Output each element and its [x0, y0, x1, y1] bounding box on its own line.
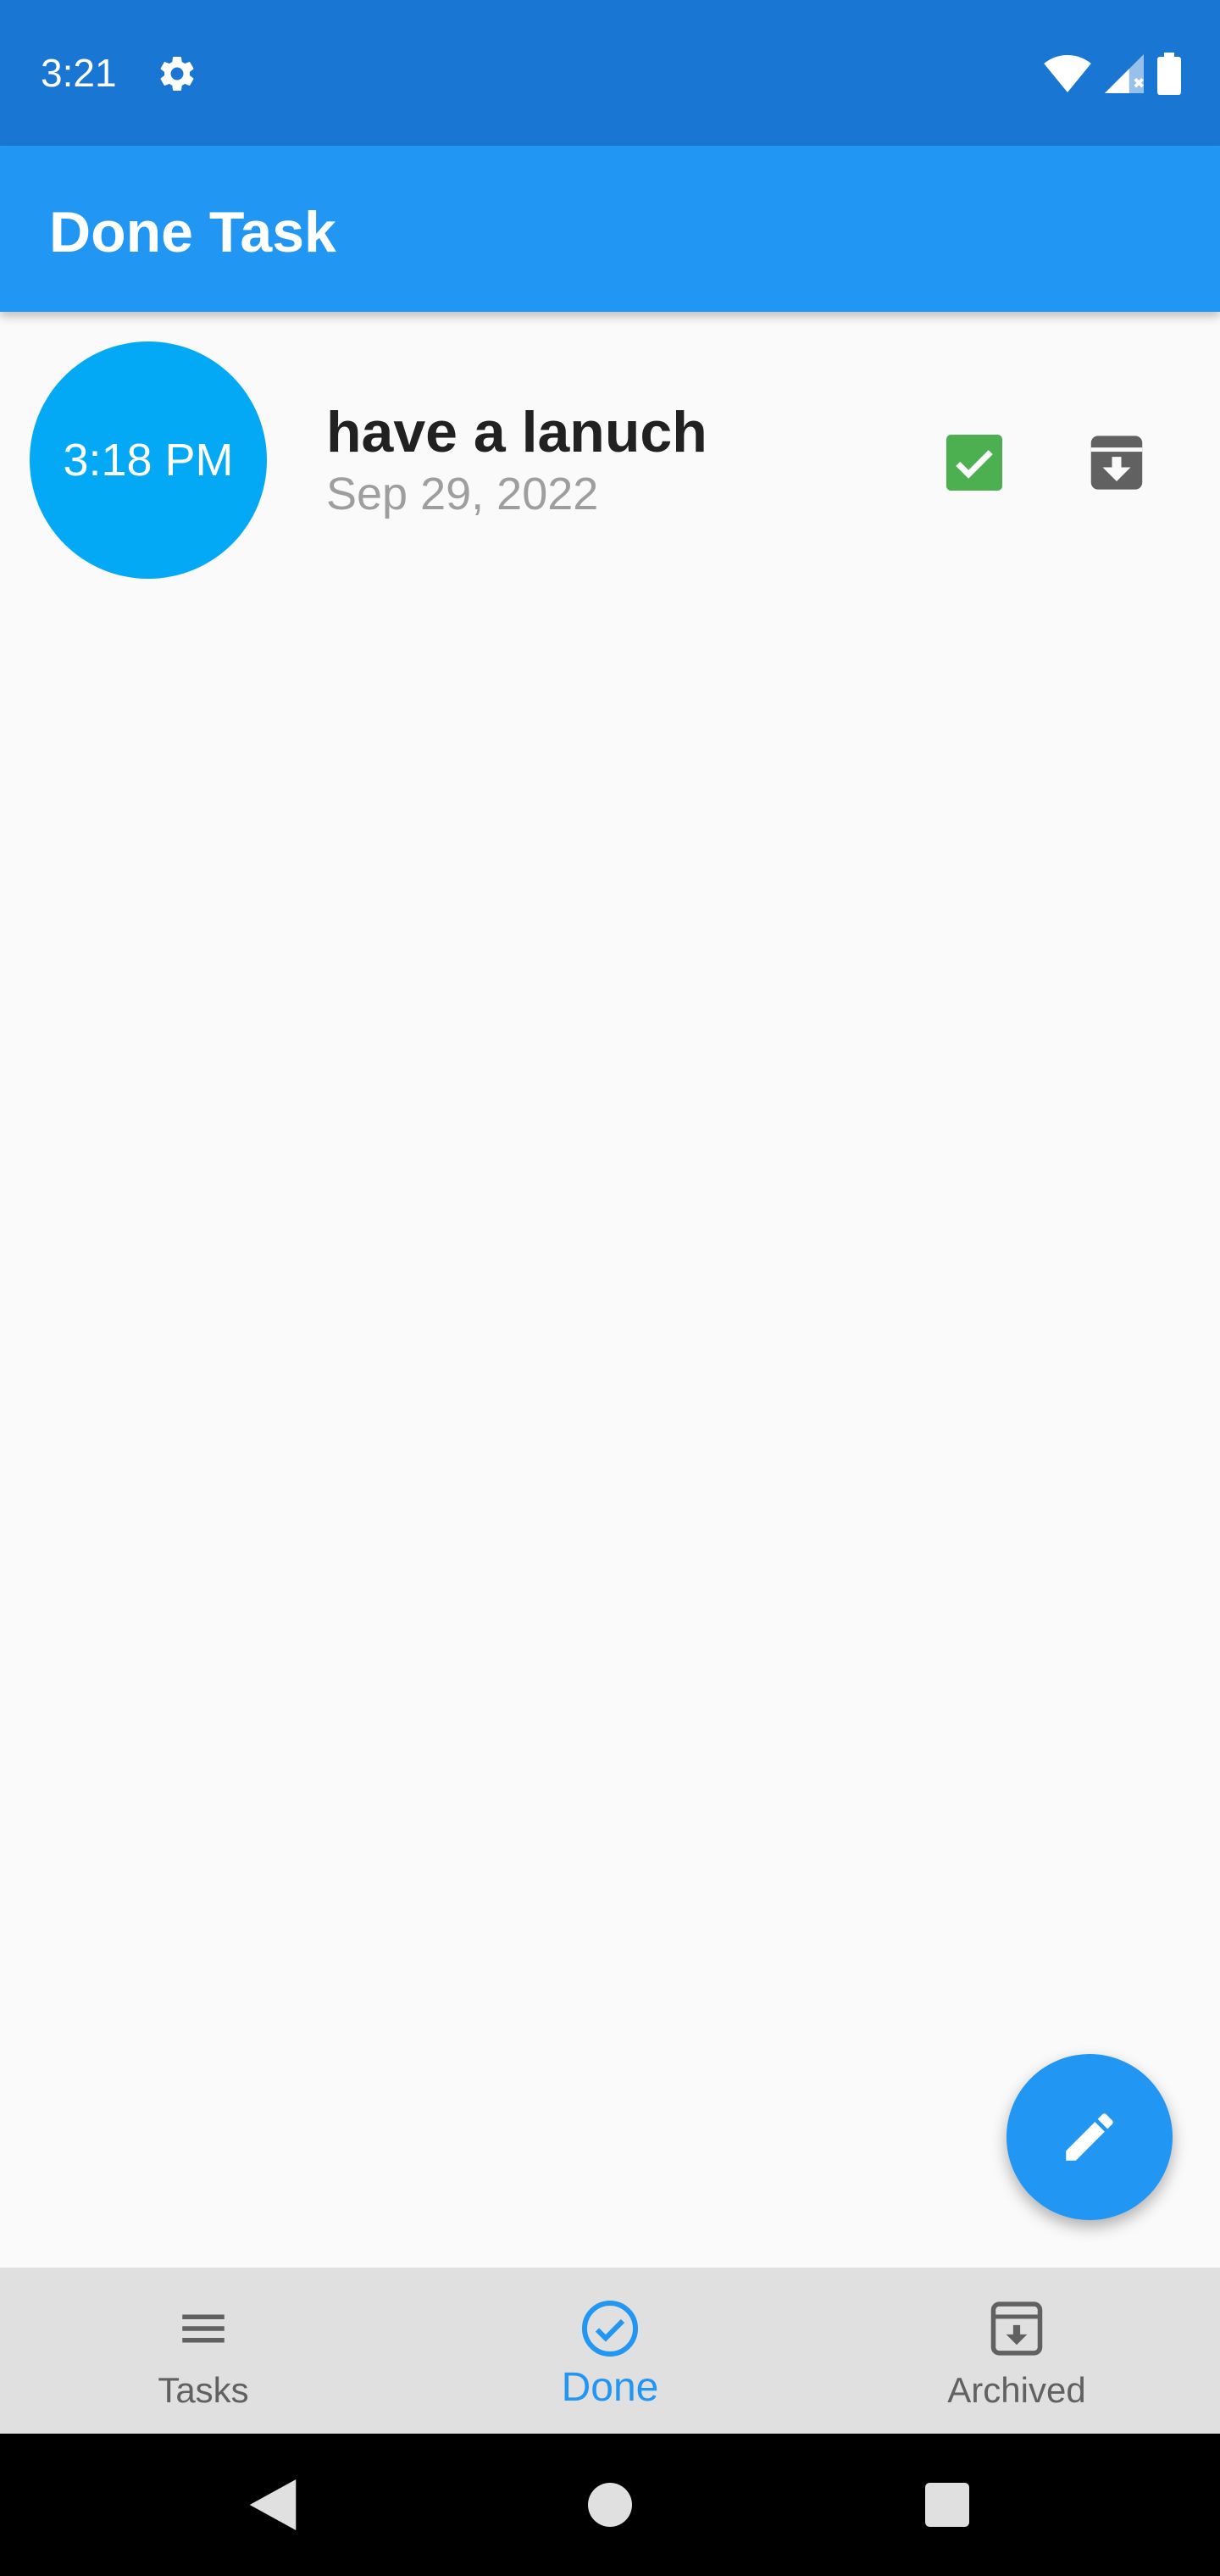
task-title: have a lanuch: [326, 400, 707, 464]
status-icons: [1044, 53, 1181, 95]
check-circle-icon: [582, 2301, 638, 2357]
status-bar: 3:21: [0, 0, 1220, 146]
mark-done-button[interactable]: [942, 430, 1006, 495]
wifi-icon: [1044, 55, 1091, 92]
task-date: Sep 29, 2022: [326, 469, 599, 519]
nav-label: Archived: [947, 2370, 1086, 2410]
system-recents-button[interactable]: [913, 2471, 981, 2539]
bottom-navigation: Tasks Done Archived: [0, 2268, 1220, 2434]
archive-icon: [990, 2301, 1043, 2356]
task-time-circle: 3:18 PM: [30, 341, 267, 579]
app-bar: Done Task: [0, 146, 1220, 312]
system-navigation-bar: [0, 2434, 1220, 2576]
checkbox-checked-icon: [946, 435, 1002, 491]
task-time: 3:18 PM: [63, 435, 234, 486]
system-back-button[interactable]: [239, 2471, 307, 2539]
edit-fab-button[interactable]: [1006, 2054, 1173, 2220]
menu-icon: [182, 2314, 225, 2343]
page-title: Done Task: [49, 200, 336, 264]
status-time: 3:21: [41, 51, 117, 95]
nav-label: Done: [561, 2365, 659, 2410]
archive-button[interactable]: [1084, 430, 1149, 495]
nav-item-done[interactable]: Done: [407, 2268, 813, 2434]
nav-label: Tasks: [158, 2370, 249, 2410]
task-item[interactable]: 3:18 PM have a lanuch Sep 29, 2022: [0, 312, 1220, 608]
pencil-icon: [1066, 2113, 1113, 2161]
nav-item-archived[interactable]: Archived: [813, 2268, 1220, 2434]
recents-square-icon: [925, 2483, 969, 2527]
archive-icon: [1090, 436, 1143, 490]
nav-item-tasks[interactable]: Tasks: [0, 2268, 407, 2434]
battery-icon: [1157, 53, 1181, 95]
cell-signal-icon: [1105, 54, 1144, 93]
back-triangle-icon: [249, 2479, 297, 2530]
home-circle-icon: [588, 2483, 632, 2527]
task-list: 3:18 PM have a lanuch Sep 29, 2022: [0, 312, 1220, 608]
settings-gear-icon: [160, 56, 194, 91]
system-home-button[interactable]: [576, 2471, 644, 2539]
